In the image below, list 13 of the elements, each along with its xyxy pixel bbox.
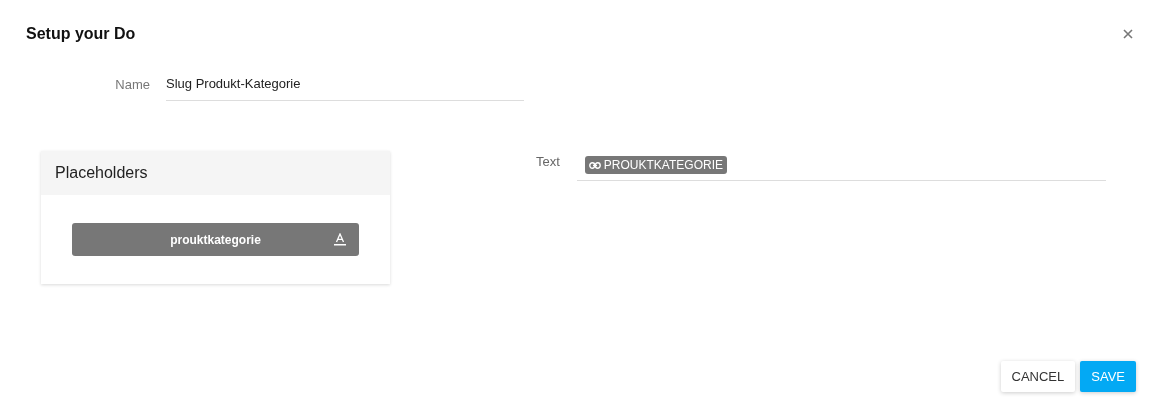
dialog-title: Setup your Do (26, 25, 136, 43)
field-label: Name (114, 76, 150, 92)
placeholder-chip[interactable]: PROUKTKATEGORIE (584, 156, 727, 174)
text-field[interactable]: PROUKTKATEGORIE (576, 151, 1106, 181)
link-icon (588, 161, 601, 169)
save-button[interactable]: SAVE (1080, 361, 1136, 392)
cancel-button[interactable]: CANCEL (1000, 361, 1076, 392)
text-format-icon (334, 233, 346, 246)
field-label: Text (536, 153, 560, 169)
placeholder-item[interactable]: prouktkategorie (72, 223, 359, 256)
placeholder-label: prouktkategorie (170, 232, 261, 247)
card-title: Placeholders (55, 164, 148, 182)
close-icon[interactable] (1122, 28, 1134, 40)
